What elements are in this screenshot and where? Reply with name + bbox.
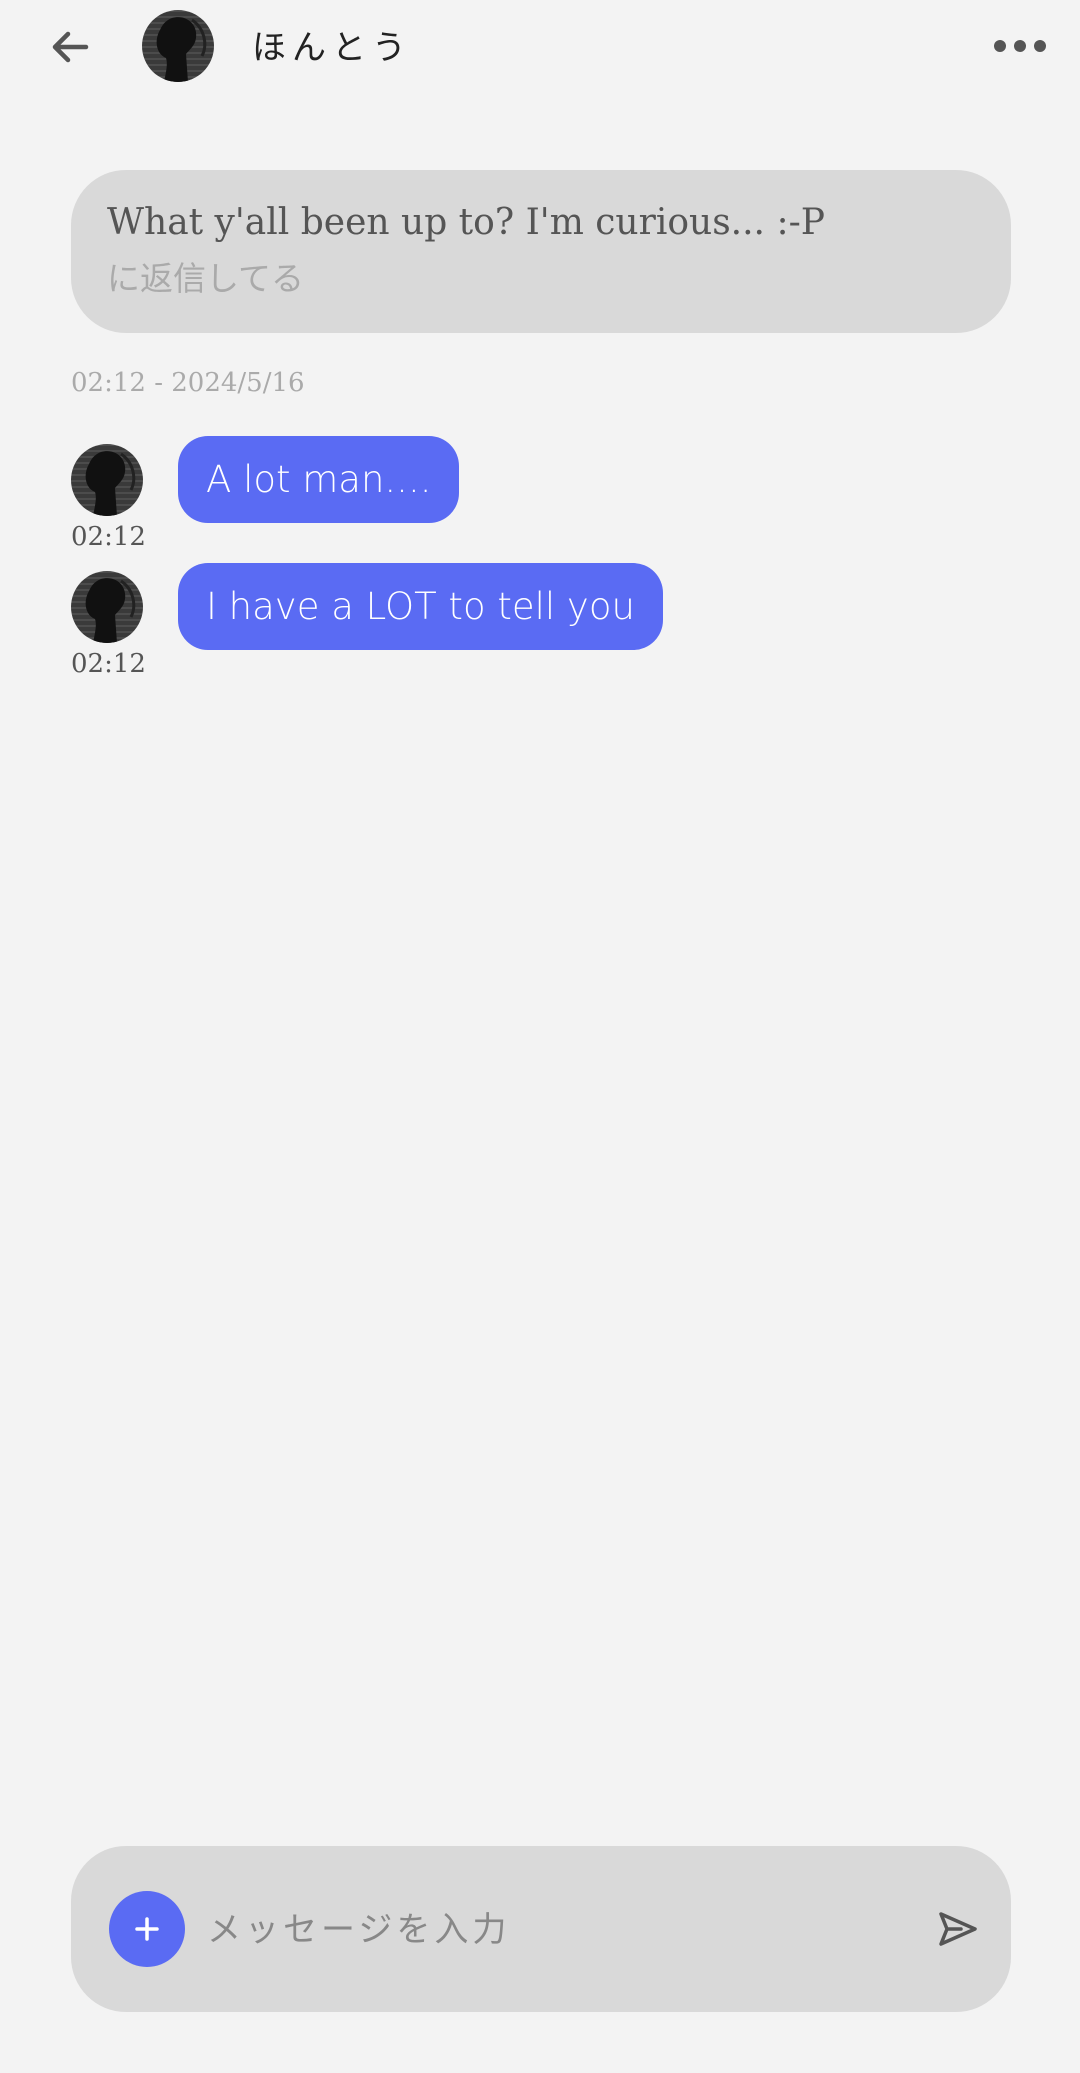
message-time: 02:12 — [71, 649, 146, 679]
send-button[interactable] — [933, 1904, 983, 1954]
sender-avatar[interactable] — [71, 444, 143, 516]
arrow-left-icon — [52, 31, 89, 63]
reply-preview[interactable]: What y'all been up to? I'm curious... :-… — [71, 170, 1011, 333]
message-bubble[interactable]: A lot man.... — [178, 436, 460, 523]
contact-avatar[interactable] — [142, 10, 214, 82]
add-attachment-button[interactable] — [109, 1891, 185, 1967]
back-button[interactable] — [46, 22, 96, 72]
message-time: 02:12 — [71, 522, 146, 552]
date-stamp: 02:12 - 2024/5/16 — [71, 368, 305, 398]
more-button[interactable] — [990, 28, 1050, 64]
contact-name[interactable]: ほんとう — [252, 20, 412, 69]
plus-icon — [135, 1917, 159, 1941]
reply-label: に返信してる — [107, 259, 305, 298]
message-input[interactable] — [205, 1896, 929, 1964]
more-horizontal-icon — [994, 40, 1046, 52]
message-composer — [71, 1846, 1011, 2012]
message-bubble[interactable]: I have a LOT to tell you — [178, 563, 663, 650]
quoted-message-text: What y'all been up to? I'm curious... :-… — [107, 202, 825, 243]
send-icon — [939, 1912, 977, 1946]
chat-header: ほんとう — [0, 0, 1080, 92]
sender-avatar[interactable] — [71, 571, 143, 643]
